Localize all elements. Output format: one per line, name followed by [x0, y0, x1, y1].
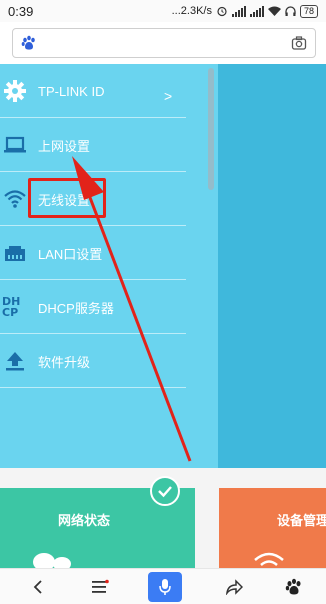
browser-header — [0, 22, 326, 64]
battery-indicator: 78 — [299, 4, 318, 18]
net-speed: ...2.3K/s — [171, 5, 212, 17]
share-icon[interactable] — [220, 573, 248, 601]
camera-icon[interactable] — [291, 35, 307, 51]
status-cards-area: 网络状态 设备管理 — [0, 468, 326, 568]
device-management-card[interactable]: 设备管理 — [219, 488, 326, 568]
signal-icon-2 — [249, 5, 264, 17]
card-wifi-icon — [254, 552, 284, 566]
check-icon — [150, 476, 180, 506]
status-bar: 0:39 ...2.3K/s 78 — [0, 0, 326, 22]
router-admin-page: TP-LINK ID > 上网设置 无线设置 LAN口设置 DH CP DHCP… — [0, 64, 326, 468]
baidu-home-icon[interactable] — [280, 573, 308, 601]
address-bar[interactable] — [12, 28, 316, 58]
device-management-label: 设备管理 — [277, 513, 326, 528]
voice-search-button[interactable] — [148, 572, 182, 602]
signal-icon — [231, 5, 246, 17]
back-icon[interactable] — [24, 573, 52, 601]
status-indicators: ...2.3K/s 78 — [171, 4, 318, 18]
network-status-label: 网络状态 — [58, 513, 111, 528]
menu-icon[interactable] — [86, 573, 114, 601]
chat-bubble-icon — [33, 553, 71, 568]
annotation-arrow — [72, 156, 192, 462]
headphone-icon — [285, 5, 296, 16]
wifi-status-icon — [267, 6, 281, 16]
baidu-paw-icon[interactable] — [21, 35, 37, 51]
browser-bottom-nav — [0, 568, 326, 604]
mic-icon — [159, 579, 171, 595]
alarm-icon — [217, 6, 227, 17]
status-time: 0:39 — [8, 3, 34, 19]
